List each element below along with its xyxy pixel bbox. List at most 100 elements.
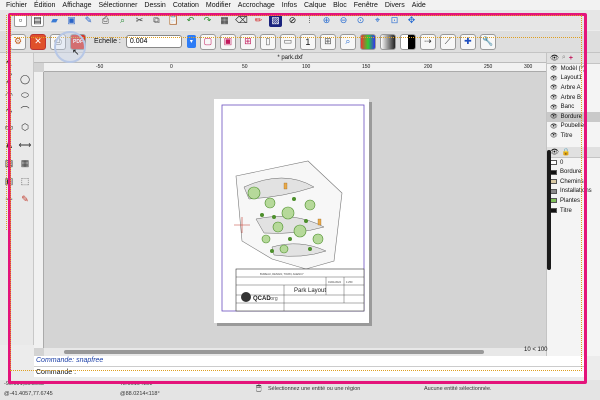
eraser-icon[interactable]: ⌫: [235, 14, 248, 27]
zoom-previous-icon[interactable]: ⌖: [371, 14, 384, 27]
visibility-eye-icon[interactable]: 👁: [550, 123, 558, 130]
eye-icon[interactable]: 👁: [550, 54, 559, 62]
visibility-eye-icon[interactable]: 👁: [550, 132, 558, 139]
layer-icon[interactable]: ▦: [218, 14, 231, 27]
open-folder-icon[interactable]: ▰: [48, 14, 61, 27]
block-list-item[interactable]: 👁 Modèl (*): [547, 64, 600, 74]
menu-cotation[interactable]: Cotation: [173, 2, 199, 9]
color-icon[interactable]: ▨: [269, 13, 282, 27]
menu-fenetre[interactable]: Fenêtre: [354, 2, 378, 9]
layer-list-item[interactable]: 0: [547, 158, 600, 168]
menu-fichier[interactable]: Fichier: [6, 2, 27, 9]
vertical-scrollbar[interactable]: [547, 150, 551, 270]
visibility-eye-icon[interactable]: 👁: [550, 94, 558, 101]
layer-list-item[interactable]: Bordure: [547, 167, 600, 177]
layer-list-item[interactable]: Chemins: [547, 177, 600, 187]
text-tool-icon[interactable]: A: [3, 139, 15, 151]
block-list-item[interactable]: 👁 Poubelle: [547, 122, 600, 132]
block-list-item[interactable]: 👁 Arbre A: [547, 83, 600, 93]
pan-icon[interactable]: ✥: [405, 14, 418, 27]
center-page-icon[interactable]: ⊞: [239, 33, 256, 50]
hatch-tool-icon[interactable]: ▨: [3, 157, 15, 169]
ellipse-tool-icon[interactable]: ⬭: [19, 89, 31, 101]
layer-settings-icon[interactable]: ⚙: [10, 33, 26, 50]
visibility-eye-icon[interactable]: 👁: [550, 104, 558, 111]
polyline-tool-icon[interactable]: ⌒: [19, 105, 31, 117]
layer-list-item[interactable]: Plantes: [547, 196, 600, 206]
block-list-item[interactable]: 👁 Titre: [547, 131, 600, 141]
circle-tool-icon[interactable]: ◯: [19, 73, 31, 85]
menu-calque[interactable]: Calque: [304, 2, 326, 9]
grayscale-mode-icon[interactable]: [379, 33, 396, 50]
new-file-icon[interactable]: ▫: [14, 13, 27, 27]
crosshair-icon[interactable]: ✚: [459, 33, 476, 50]
visibility-eye-icon[interactable]: 👁: [550, 113, 558, 120]
preview-zoom-icon[interactable]: ⌕: [339, 33, 356, 50]
edit-tool-icon[interactable]: ✎: [19, 193, 31, 205]
menu-divers[interactable]: Divers: [385, 2, 405, 9]
horizontal-scrollbar[interactable]: [44, 348, 546, 356]
menu-selectionner[interactable]: Sélectionner: [98, 2, 137, 9]
wrench-icon[interactable]: 🔧: [479, 33, 496, 50]
document-tab[interactable]: * park.dxf: [34, 53, 546, 63]
menu-bloc[interactable]: Bloc: [333, 2, 347, 9]
menu-dessin[interactable]: Dessin: [144, 2, 165, 9]
block-list-item[interactable]: 👁 Banc: [547, 102, 600, 112]
zoom-in-icon[interactable]: ⊕: [320, 14, 333, 27]
zoom-out-icon[interactable]: ⊖: [337, 14, 350, 27]
tile-pages-icon[interactable]: ⊞: [319, 33, 336, 50]
menu-affichage[interactable]: Affichage: [62, 2, 91, 9]
menu-modifier[interactable]: Modifier: [206, 2, 231, 9]
visibility-eye-icon[interactable]: 👁: [550, 75, 558, 82]
crop-marks-icon[interactable]: ⟋: [439, 33, 456, 50]
print-icon[interactable]: ⎙: [99, 14, 112, 27]
printer-icon[interactable]: ⎙: [50, 33, 66, 50]
command-line[interactable]: Commande :: [34, 366, 584, 377]
menu-accrochage[interactable]: Accrochage: [238, 2, 275, 9]
fit-width-icon[interactable]: ▣: [219, 33, 236, 50]
layer-lock-icon[interactable]: 🔒: [562, 148, 571, 156]
layer-list-item[interactable]: Installations: [547, 187, 600, 197]
fit-page-icon[interactable]: ▢: [199, 33, 216, 50]
undo-icon[interactable]: ↶: [184, 14, 197, 27]
print-preview-icon[interactable]: ⌕: [116, 14, 129, 27]
save-as-icon[interactable]: ✎: [82, 14, 95, 27]
save-icon[interactable]: ▣: [65, 14, 78, 27]
zoom-window-icon[interactable]: ⊡: [388, 14, 401, 27]
rectangle-tool-icon[interactable]: ▭: [3, 121, 15, 133]
bw-mode-icon[interactable]: [399, 33, 416, 50]
block-list-item[interactable]: 👁 Arbre B: [547, 93, 600, 103]
portrait-icon[interactable]: ▯: [259, 33, 276, 50]
add-block-icon[interactable]: +: [569, 55, 573, 62]
spline-tool-icon[interactable]: ∿: [3, 105, 15, 117]
color-mode-icon[interactable]: [359, 33, 376, 50]
dimension-tool-icon[interactable]: ⟷: [19, 139, 32, 151]
block-search-icon[interactable]: ⌕: [562, 54, 566, 62]
landscape-icon[interactable]: ▭: [279, 33, 296, 50]
redo-icon[interactable]: ↷: [201, 14, 214, 27]
block-list-item[interactable]: 👁 Layout1 (: [547, 74, 600, 84]
line-tool-icon[interactable]: ╱: [3, 73, 15, 85]
grid-icon[interactable]: ⁞: [303, 14, 316, 27]
move-tool-icon[interactable]: ⬚: [19, 175, 31, 187]
layer-list-item[interactable]: Titre: [547, 206, 600, 216]
pen-icon[interactable]: ✏: [252, 14, 265, 27]
menu-edition[interactable]: Édition: [34, 2, 55, 9]
snap-tool-icon[interactable]: ⊹: [3, 193, 15, 205]
shape-tool-icon[interactable]: ⬡: [19, 121, 31, 133]
menu-infos[interactable]: Infos: [282, 2, 297, 9]
scale-dropdown-icon[interactable]: ▾: [186, 35, 196, 48]
visibility-eye-icon[interactable]: 👁: [550, 65, 558, 72]
page-number-icon[interactable]: 1: [299, 33, 316, 50]
paste-icon[interactable]: 📋: [167, 14, 180, 27]
block-tool-icon[interactable]: ▣: [3, 175, 15, 187]
zoom-auto-icon[interactable]: ⊙: [354, 14, 367, 27]
menu-aide[interactable]: Aide: [412, 2, 426, 9]
image-tool-icon[interactable]: ▦: [19, 157, 31, 169]
scale-input[interactable]: [125, 35, 182, 48]
block-list-item[interactable]: 👁 Bordure: [547, 111, 600, 122]
cancel-icon[interactable]: ✕: [30, 33, 46, 50]
no-color-icon[interactable]: ⊘: [286, 14, 299, 27]
drawing-canvas[interactable]: BUREAU, DESIGN, TOWN, AGENCY 01/01/2024 …: [44, 72, 546, 348]
new-from-template-icon[interactable]: ▤: [31, 13, 44, 27]
